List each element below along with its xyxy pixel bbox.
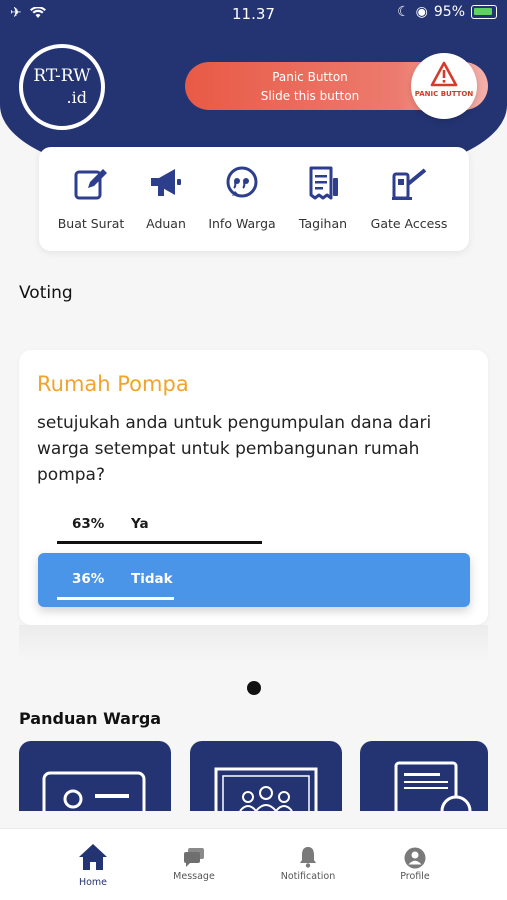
status-bar: ✈ 11.37 ☾ ◉ 95% <box>0 0 507 28</box>
vote-card: Rumah Pompa setujukah anda untuk pengump… <box>19 350 488 625</box>
nav-notification[interactable]: Notification <box>268 829 348 900</box>
panic-title: Panic Button <box>272 70 348 84</box>
nav-label: Message <box>173 871 215 882</box>
bell-icon <box>300 847 316 868</box>
vote-option-percent: 36% <box>72 571 105 587</box>
vote-question: setujukah anda untuk pengumpulan dana da… <box>37 413 432 485</box>
warning-icon <box>430 61 458 87</box>
document-icon <box>394 761 472 811</box>
menu-buat-surat[interactable]: Buat Surat <box>51 147 131 251</box>
menu-item-label: Aduan <box>146 216 186 231</box>
panic-slide-handle[interactable]: PANIC BUTTON <box>411 53 477 119</box>
voting-section-title: Voting <box>19 283 73 303</box>
vote-progress-bar <box>57 541 262 544</box>
message-icon <box>184 848 204 867</box>
menu-tagihan[interactable]: Tagihan <box>291 147 355 251</box>
nav-message[interactable]: Message <box>159 829 229 900</box>
location-icon: ◉ <box>415 4 428 20</box>
panduan-section-title: Panduan Warga <box>19 709 162 728</box>
vote-option-label: Tidak <box>131 571 173 587</box>
menu-info-warga[interactable]: Info Warga <box>202 147 282 251</box>
user-icon <box>404 847 426 869</box>
megaphone-icon <box>151 169 181 196</box>
menu-item-label: Gate Access <box>370 216 448 231</box>
battery-percent: 95% <box>433 4 465 20</box>
guide-card-document[interactable] <box>360 741 488 811</box>
app-logo: RT-RW .id <box>19 44 105 130</box>
vote-option-label: Ya <box>131 516 149 532</box>
bottom-navigation: Home Message Notification Profile <box>0 828 507 900</box>
edit-icon <box>74 169 107 200</box>
moon-icon: ☾ <box>397 4 410 20</box>
nav-profile[interactable]: Profile <box>380 829 450 900</box>
logo-suffix: .id <box>66 88 87 107</box>
nav-home[interactable]: Home <box>58 829 128 900</box>
vote-option-percent: 63% <box>72 516 105 532</box>
menu-aduan[interactable]: Aduan <box>137 147 195 251</box>
guide-card-id[interactable] <box>19 741 171 811</box>
chat-quote-icon <box>226 166 258 198</box>
nav-label: Notification <box>280 871 336 882</box>
family-certificate-icon <box>214 767 318 811</box>
vote-progress-bar <box>57 597 174 600</box>
logo-text: RT-RW <box>33 66 91 86</box>
carousel-indicator[interactable] <box>247 681 261 695</box>
vote-title: Rumah Pompa <box>37 372 189 396</box>
panic-knob-label: PANIC BUTTON <box>414 90 474 98</box>
battery-icon <box>471 5 497 19</box>
quick-menu: Buat Surat Aduan Info Warga Tagihan Gate… <box>39 147 469 251</box>
vote-option-ya[interactable]: 63% Ya <box>57 505 262 545</box>
menu-item-label: Tagihan <box>298 216 348 231</box>
home-icon <box>79 844 107 870</box>
panic-subtitle: Slide this button <box>260 89 360 103</box>
menu-gate-access[interactable]: Gate Access <box>364 147 454 251</box>
guide-card-family[interactable] <box>190 741 342 811</box>
nav-label: Home <box>78 877 108 888</box>
receipt-icon <box>309 166 338 200</box>
menu-item-label: Buat Surat <box>57 216 125 231</box>
card-shadow <box>19 625 488 661</box>
gate-icon <box>392 168 427 200</box>
vote-option-tidak[interactable]: 36% Tidak <box>38 553 470 607</box>
menu-item-label: Info Warga <box>208 216 276 231</box>
id-card-icon <box>42 771 146 811</box>
nav-label: Profile <box>400 871 430 882</box>
